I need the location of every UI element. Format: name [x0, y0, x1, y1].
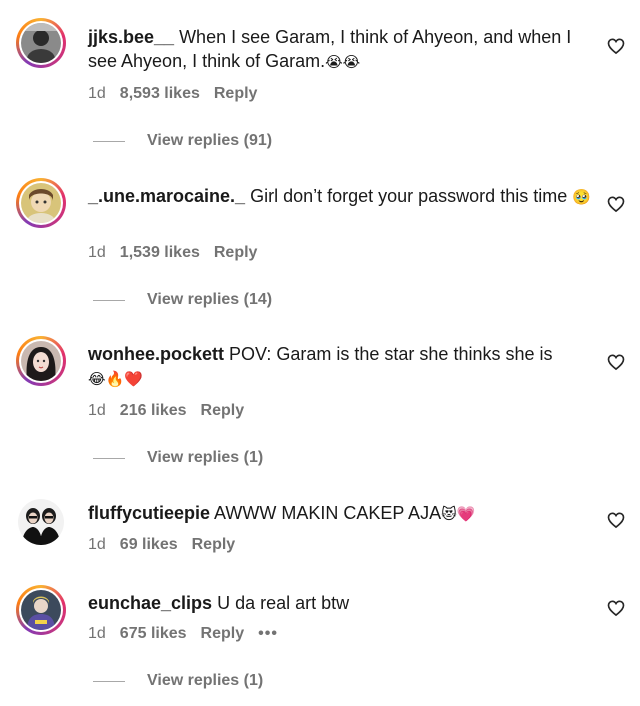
comment-age: 1d: [88, 85, 106, 102]
reply-button[interactable]: Reply: [201, 625, 245, 642]
comment-text: fluffycutieepie AWWW MAKIN CAKEP AJA😻💗: [88, 501, 593, 526]
avatar: [21, 341, 61, 381]
comment-likes[interactable]: 675 likes: [120, 625, 187, 642]
comment-body: U da real art btw: [212, 593, 350, 613]
comment-body: AWWW MAKIN CAKEP AJA: [210, 503, 442, 523]
comment-meta: 1d 1,539 likes Reply: [88, 243, 271, 263]
comment-age: 1d: [88, 402, 106, 419]
divider: [93, 141, 125, 142]
comment-likes[interactable]: 216 likes: [120, 402, 187, 419]
comment-meta: 1d 675 likes Reply •••: [88, 624, 292, 644]
comment-meta: 1d 69 likes Reply: [88, 535, 249, 555]
comment-meta: 1d 8,593 likes Reply: [88, 84, 271, 104]
comment-likes[interactable]: 69 likes: [120, 536, 178, 553]
comment-meta: 1d 216 likes Reply: [88, 401, 258, 421]
comment-username[interactable]: _.une.marocaine._: [88, 186, 245, 206]
reply-button[interactable]: Reply: [192, 536, 236, 553]
comment-username[interactable]: jjks.bee__: [88, 27, 174, 47]
comment-emoji: 😂🔥❤️: [88, 370, 143, 388]
reply-button[interactable]: Reply: [201, 402, 245, 419]
comment-age: 1d: [88, 625, 106, 642]
view-replies-label: View replies (1): [147, 449, 264, 466]
comment-likes[interactable]: 8,593 likes: [120, 85, 200, 102]
view-replies-label: View replies (91): [147, 132, 273, 149]
avatar-story-ring[interactable]: [16, 336, 66, 386]
comment-text: _.une.marocaine._ Girl don’t forget your…: [88, 184, 593, 209]
heart-outline-icon[interactable]: [606, 36, 626, 56]
avatar-story-ring[interactable]: [16, 178, 66, 228]
heart-outline-icon[interactable]: [606, 510, 626, 530]
view-replies-label: View replies (14): [147, 291, 273, 308]
divider: [93, 458, 125, 459]
comment-username[interactable]: eunchae_clips: [88, 593, 212, 613]
comment-username[interactable]: fluffycutieepie: [88, 503, 210, 523]
divider: [93, 300, 125, 301]
heart-outline-icon[interactable]: [606, 194, 626, 214]
comment-text: wonhee.pockett POV: Garam is the star sh…: [88, 342, 593, 391]
more-options-icon[interactable]: •••: [258, 625, 278, 642]
comment-username[interactable]: wonhee.pockett: [88, 344, 224, 364]
reply-button[interactable]: Reply: [214, 85, 258, 102]
comment-body: Girl don’t forget your password this tim…: [245, 186, 568, 206]
comment-body: POV: Garam is the star she thinks she is: [224, 344, 553, 364]
avatar: [18, 499, 64, 545]
heart-outline-icon[interactable]: [606, 598, 626, 618]
comment-age: 1d: [88, 536, 106, 553]
view-replies-label: View replies (1): [147, 672, 264, 689]
avatar-story-ring[interactable]: [16, 18, 66, 68]
comment-likes[interactable]: 1,539 likes: [120, 244, 200, 261]
avatar: [21, 183, 61, 223]
comment-emoji: 😻💗: [441, 505, 476, 523]
avatar: [21, 23, 61, 63]
comment-age: 1d: [88, 244, 106, 261]
comment-text: eunchae_clips U da real art btw: [88, 591, 593, 615]
avatar-story-ring[interactable]: [16, 585, 66, 635]
divider: [93, 681, 125, 682]
comment-text: jjks.bee__ When I see Garam, I think of …: [88, 25, 593, 74]
reply-button[interactable]: Reply: [214, 244, 258, 261]
heart-outline-icon[interactable]: [606, 352, 626, 372]
comment-emoji: 🥹: [572, 188, 591, 206]
avatar: [21, 590, 61, 630]
avatar-story-ring[interactable]: [16, 497, 66, 547]
comment-emoji: 😭😭: [325, 53, 361, 71]
